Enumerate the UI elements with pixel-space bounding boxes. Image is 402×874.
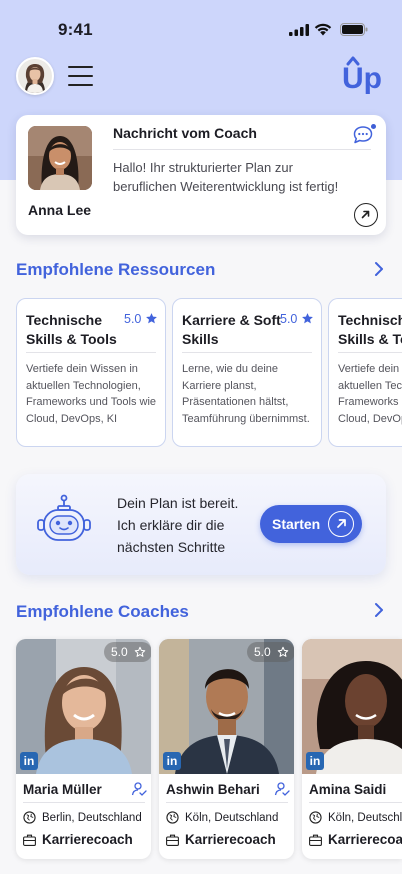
coach-name: Maria Müller — [23, 782, 102, 797]
resources-chevron-right-icon[interactable] — [372, 260, 386, 278]
cellular-signal-icon — [289, 24, 309, 36]
divider — [113, 149, 371, 150]
coach-role: Karrierecoach — [42, 832, 133, 847]
resources-section-title: Empfohlene Ressourcen — [16, 260, 216, 279]
coach-location: Berlin, Deutschland — [42, 812, 142, 824]
linkedin-icon[interactable]: in — [163, 752, 181, 770]
globe-location-icon — [166, 811, 179, 824]
resource-description: Vertiefe dein Wissen in aktuellen Techno… — [338, 363, 402, 425]
coach-role: Karrierecoach — [328, 832, 402, 847]
resource-title: Technische Skills & Tools — [26, 312, 117, 347]
coach-card[interactable]: 5.0 in Maria Müller Berlin, Deutschland … — [16, 639, 151, 859]
plan-ready-banner: Dein Plan ist bereit. Ich erkläre dir di… — [16, 474, 386, 575]
follow-user-icon[interactable] — [274, 781, 290, 797]
coach-rating-badge: 5.0 — [247, 642, 294, 662]
coaches-chevron-right-icon[interactable] — [372, 601, 386, 619]
coach-name: Ashwin Behari — [166, 782, 260, 797]
coach-role: Karrierecoach — [185, 832, 276, 847]
start-button[interactable]: Starten — [260, 505, 362, 543]
resource-card[interactable]: Technische Skills & Tools Vertiefe dein … — [328, 298, 402, 447]
menu-line — [68, 75, 93, 77]
coach-name: Anna Lee — [28, 202, 92, 218]
robot-icon — [37, 494, 91, 541]
unread-indicator — [371, 124, 376, 129]
star-outline-icon — [277, 646, 288, 657]
star-icon — [146, 313, 157, 324]
status-time: 9:41 — [58, 20, 93, 39]
plan-ready-text: Dein Plan ist bereit. Ich erkläre dir di… — [117, 495, 239, 555]
coach-photo — [28, 126, 92, 190]
divider — [166, 802, 288, 803]
star-icon — [302, 313, 313, 324]
divider — [26, 352, 156, 353]
follow-user-icon[interactable] — [131, 781, 147, 797]
resource-description: Vertiefe dein Wissen in aktuellen Techno… — [26, 363, 157, 425]
divider — [182, 352, 312, 353]
linkedin-icon[interactable]: in — [306, 752, 324, 770]
resource-description: Lerne, wie du deine Karriere planst, Prä… — [182, 363, 310, 425]
menu-line — [68, 66, 93, 68]
star-outline-icon — [134, 646, 145, 657]
logo-text: Up — [342, 62, 382, 95]
status-bar: 9:41 — [0, 0, 402, 54]
menu-button[interactable] — [68, 66, 93, 86]
coach-card[interactable]: 5.0 in Ashwin Behari Köln, Deutschland K… — [159, 639, 294, 859]
coach-message-text: Hallo! Ihr strukturierter Plan zur beruf… — [113, 160, 339, 194]
coach-rating-badge: 5.0 — [104, 642, 151, 662]
open-message-button[interactable] — [354, 203, 378, 227]
briefcase-icon — [166, 834, 179, 846]
start-button-label: Starten — [272, 516, 321, 532]
user-avatar[interactable] — [16, 57, 54, 95]
briefcase-icon — [309, 834, 322, 846]
coach-name: Amina Saidi — [309, 782, 387, 797]
linkedin-icon[interactable]: in — [20, 752, 38, 770]
coach-message-title: Nachricht vom Coach — [113, 125, 257, 141]
divider — [338, 352, 402, 353]
divider — [309, 802, 402, 803]
arrow-up-right-icon — [361, 210, 370, 219]
menu-line — [68, 84, 93, 86]
coaches-section-title: Empfohlene Coaches — [16, 602, 189, 621]
app-logo: Up — [342, 56, 382, 95]
coach-rating: 5.0 — [254, 645, 271, 659]
battery-icon — [340, 23, 368, 36]
coach-card[interactable]: in Amina Saidi Köln, Deutschland Karrier… — [302, 639, 402, 859]
coach-location: Köln, Deutschland — [328, 812, 402, 824]
globe-location-icon — [309, 811, 322, 824]
resource-title: Karriere & Soft Skills — [182, 312, 281, 347]
resource-card[interactable]: Karriere & Soft Skills 5.0 Lerne, wie du… — [172, 298, 322, 447]
coach-rating: 5.0 — [111, 645, 128, 659]
coach-location: Köln, Deutschland — [185, 812, 279, 824]
resource-card[interactable]: Technische Skills & Tools 5.0 Vertiefe d… — [16, 298, 166, 447]
wifi-icon — [314, 23, 332, 36]
divider — [23, 802, 145, 803]
globe-location-icon — [23, 811, 36, 824]
resource-rating: 5.0 — [124, 312, 142, 326]
arrow-up-right-icon — [328, 511, 354, 537]
briefcase-icon — [23, 834, 36, 846]
resource-rating: 5.0 — [280, 312, 298, 326]
user-avatar-image — [18, 59, 52, 93]
coach-message-card[interactable]: Anna Lee Nachricht vom Coach Hallo! Ihr … — [16, 115, 386, 235]
resource-title: Technische Skills & Tools — [338, 312, 402, 347]
